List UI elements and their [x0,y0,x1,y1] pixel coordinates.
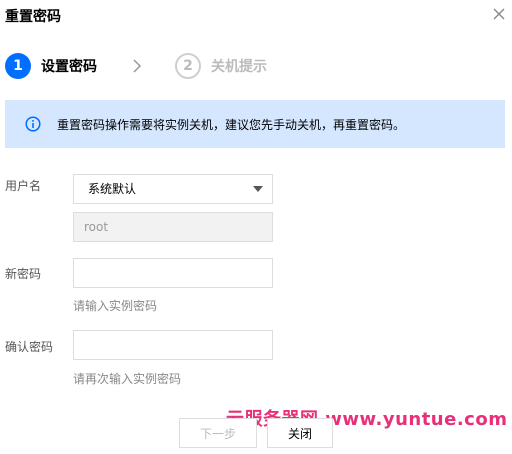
new-password-hint: 请输入实例密码 [73,299,158,313]
step-number: 1 [5,53,31,79]
username-input [73,212,273,242]
step-shutdown-tip: 2 关机提示 [175,52,267,80]
step-label: 关机提示 [211,59,267,75]
notice-banner: 重置密码操作需要将实例关机，建议您先手动关机，再重置密码。 [5,100,505,148]
step-label: 设置密码 [41,59,97,75]
chevron-right-icon [131,58,143,78]
confirm-password-hint: 请再次输入实例密码 [73,372,182,386]
info-icon [25,116,41,132]
step-set-password: 1 设置密码 [5,52,97,80]
username-select-value: 系统默认 [88,182,137,196]
username-label: 用户名 [5,179,42,193]
close-icon[interactable] [491,6,507,22]
new-password-label: 新密码 [5,267,42,281]
dialog-title: 重置密码 [5,9,61,25]
new-password-field[interactable] [73,258,273,288]
username-select[interactable]: 系统默认 [73,174,273,204]
step-number: 2 [175,53,201,79]
close-button[interactable]: 关闭 [267,418,333,448]
notice-text: 重置密码操作需要将实例关机，建议您先手动关机，再重置密码。 [57,117,406,132]
caret-down-icon [253,186,263,192]
confirm-password-field[interactable] [73,330,273,360]
confirm-password-label: 确认密码 [5,340,54,354]
next-step-button[interactable]: 下一步 [179,418,257,448]
